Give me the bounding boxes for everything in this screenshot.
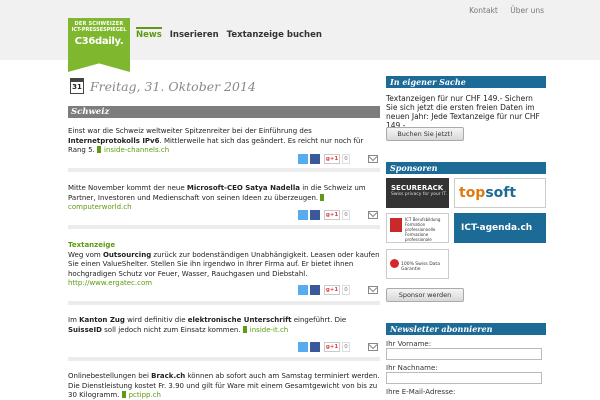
nachname-label: Ihr Nachname: <box>386 364 438 372</box>
swiss-data-text: 100% Swiss Data Garantie <box>401 262 440 272</box>
divider <box>68 301 380 305</box>
sponsor-topsoft[interactable]: topsoft <box>454 178 546 208</box>
share-bar: g+1 0 <box>298 210 380 220</box>
news-text: Im <box>68 316 80 324</box>
facebook-icon[interactable] <box>310 342 320 352</box>
ict-berufsbildung-text: ICT Berufsbildung Formation professionne… <box>405 217 441 242</box>
ict-agenda-logo-text: ICT-agenda.ch <box>461 223 533 233</box>
twitter-icon[interactable] <box>298 210 308 220</box>
news-highlight: Kanton Zug <box>79 316 125 324</box>
twitter-icon[interactable] <box>298 154 308 164</box>
main-nav: News Inserieren Textanzeige buchen <box>136 27 327 40</box>
sidebar-heading-sponsoren: Sponsoren <box>386 162 546 174</box>
twitter-icon[interactable] <box>298 285 308 295</box>
date-text: Freitag, 31. Oktober 2014 <box>90 79 256 94</box>
source-link[interactable]: inside-it.ch <box>243 326 288 334</box>
news-highlight: Outsourcing <box>102 250 152 259</box>
news-text: Mitte November kommt der neue <box>68 184 187 192</box>
share-count: 0 <box>342 154 350 164</box>
divider <box>68 225 380 229</box>
logo-wordmark: C36daily. <box>74 36 124 47</box>
news-text: Einst war die Schweiz weltweiter Spitzen… <box>68 127 312 135</box>
topsoft-logo-part-2: soft <box>485 185 517 201</box>
news-item: Mitte November kommt der neue Microsoft-… <box>68 184 380 213</box>
facebook-icon[interactable] <box>310 210 320 220</box>
email-label: Ihre E-Mail-Adresse: <box>386 388 456 396</box>
ad-url-link[interactable]: http://www.ergatec.com <box>68 279 152 287</box>
sponsor-securerack[interactable]: SECURERACK Swiss privacy for your IT. <box>386 178 449 208</box>
twitter-icon[interactable] <box>298 342 308 352</box>
share-bar: g+1 0 <box>298 154 380 164</box>
share-count: 0 <box>342 210 350 220</box>
news-highlight: Microsoft-CEO Satya Nadella <box>186 184 300 192</box>
mail-icon[interactable] <box>368 211 378 219</box>
text-ad: Textanzeige Weg vom Outsourcing zurück z… <box>68 241 380 289</box>
news-text: Onlinebestellungen bei <box>68 372 152 380</box>
news-item: Einst war die Schweiz weltweiter Spitzen… <box>68 127 380 156</box>
calendar-day: 31 <box>72 83 82 91</box>
nachname-input[interactable] <box>386 372 542 384</box>
news-highlight: Internetprotokolls IPv6 <box>68 136 160 145</box>
topsoft-logo-part-1: top <box>459 185 486 201</box>
share-count: 0 <box>342 285 350 295</box>
securerack-tagline: Swiss privacy for your IT. <box>391 192 447 197</box>
mail-icon[interactable] <box>368 343 378 351</box>
news-text: wird definitiv die <box>124 316 188 324</box>
nav-textanzeige[interactable]: Textanzeige buchen <box>227 30 322 40</box>
source-link[interactable]: pctipp.ch <box>122 391 161 399</box>
mail-icon[interactable] <box>368 286 378 294</box>
gplus-button[interactable]: g+1 <box>324 285 340 295</box>
source-link[interactable]: inside-channels.ch <box>97 146 169 154</box>
divider <box>68 357 380 361</box>
logo-line-2: ICT-PRESSESPIEGEL <box>71 27 127 33</box>
vorname-label: Ihr Vorname: <box>386 340 432 348</box>
news-item: Onlinebestellungen bei Brack.ch können a… <box>68 372 380 400</box>
gplus-button[interactable]: g+1 <box>324 154 340 164</box>
sponsor-swiss-data[interactable]: 100% Swiss Data Garantie <box>386 249 449 279</box>
mail-icon[interactable] <box>368 155 378 163</box>
calendar-icon: 31 <box>70 78 84 94</box>
news-highlight: elektronische Unterschrift <box>187 316 292 324</box>
sponsor-ict-berufsbildung[interactable]: ICT Berufsbildung Formation professionne… <box>386 213 449 243</box>
gplus-button[interactable]: g+1 <box>324 342 340 352</box>
share-bar: g+1 0 <box>298 342 380 352</box>
gplus-button[interactable]: g+1 <box>324 210 340 220</box>
sponsor-werden-button[interactable]: Sponsor werden <box>386 288 464 302</box>
divider <box>68 168 380 172</box>
facebook-icon[interactable] <box>310 285 320 295</box>
ueber-uns-link[interactable]: Über uns <box>510 6 544 15</box>
news-item: Im Kanton Zug wird definitiv die elektro… <box>68 316 380 335</box>
share-count: 0 <box>342 342 350 352</box>
promo-label[interactable]: Textanzeigen für nur CHF 149.- <box>386 94 502 103</box>
top-links: Kontakt Über uns <box>459 6 544 15</box>
news-text: Weg vom <box>68 250 103 259</box>
news-highlight: Brack.ch <box>151 372 186 380</box>
ad-label: Textanzeige <box>68 241 116 249</box>
share-bar: g+1 0 <box>298 285 380 295</box>
kontakt-link[interactable]: Kontakt <box>469 6 498 15</box>
buchen-button[interactable]: Buchen Sie jetzt! <box>386 127 464 141</box>
nav-news[interactable]: News <box>136 27 162 40</box>
facebook-icon[interactable] <box>310 154 320 164</box>
sidebar-heading-eigene-sache: In eigener Sache <box>386 76 546 88</box>
news-highlight: SuisseID <box>68 325 102 334</box>
section-title: Schweiz <box>68 106 380 118</box>
nav-inserieren[interactable]: Inserieren <box>170 30 219 40</box>
vorname-input[interactable] <box>386 348 542 360</box>
sponsor-ict-agenda[interactable]: ICT-agenda.ch <box>454 213 546 243</box>
securerack-logo-text: SECURERACK <box>391 184 444 192</box>
news-text: eingeführt. Die <box>291 316 347 324</box>
promo-box: Textanzeigen für nur CHF 149.- Sichern S… <box>386 94 546 130</box>
site-logo[interactable]: DER SCHWEIZER ICT-PRESSESPIEGEL C36daily… <box>68 18 130 72</box>
news-text: soll jedoch nicht zum Einsatz kommen. <box>101 325 241 334</box>
sidebar-heading-newsletter: Newsletter abonnieren <box>386 323 546 335</box>
